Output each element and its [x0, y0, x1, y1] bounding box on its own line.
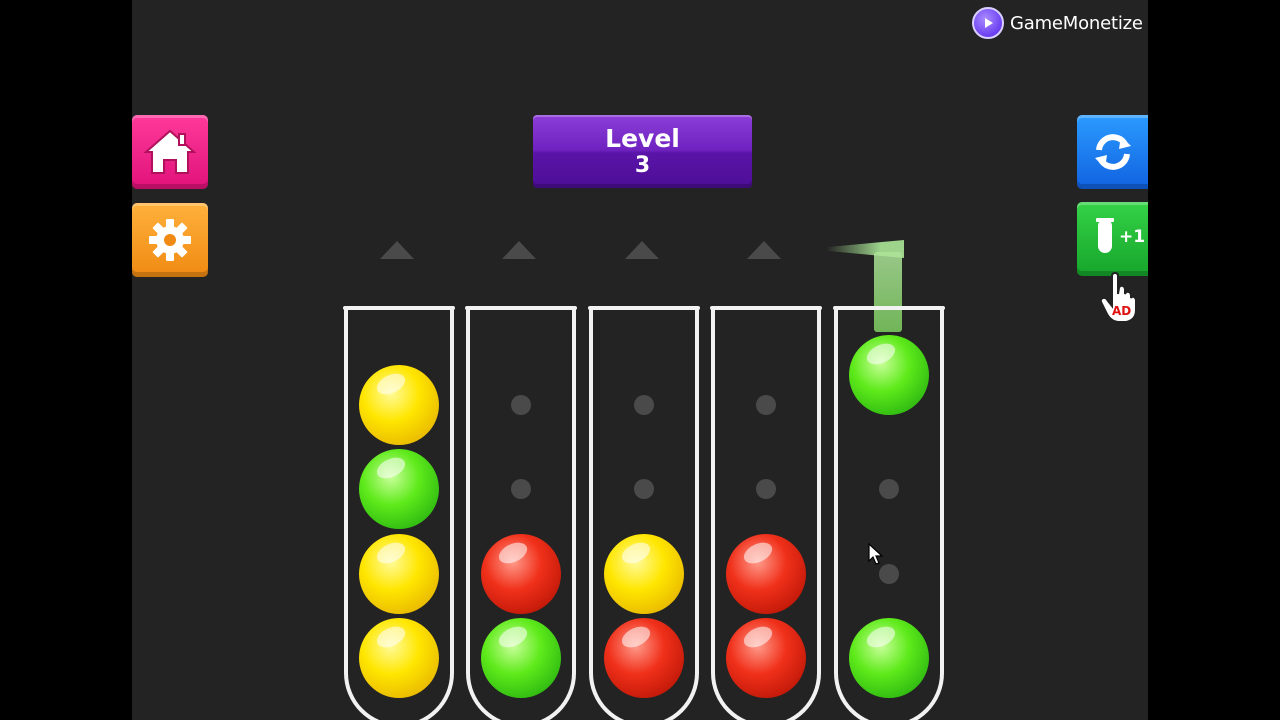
ad-badge: AD: [1112, 304, 1132, 318]
home-button[interactable]: [132, 115, 208, 189]
red-ball[interactable]: [604, 618, 684, 698]
yellow-ball[interactable]: [359, 365, 439, 445]
green-ball[interactable]: [359, 449, 439, 529]
play-icon: [972, 7, 1004, 39]
green-ball[interactable]: [481, 618, 561, 698]
tube-select-arrow[interactable]: [747, 241, 781, 259]
empty-slot: [634, 479, 654, 499]
add-tube-button[interactable]: +1: [1077, 202, 1148, 276]
home-icon: [143, 129, 197, 174]
empty-slot: [634, 395, 654, 415]
empty-slot: [756, 479, 776, 499]
add-tube-count: +1: [1119, 227, 1146, 247]
empty-slot: [879, 479, 899, 499]
tube-select-arrow[interactable]: [625, 241, 659, 259]
yellow-ball[interactable]: [359, 534, 439, 614]
empty-slot: [511, 479, 531, 499]
restart-button[interactable]: [1077, 115, 1148, 189]
level-number: 3: [634, 153, 651, 178]
green-ball-lifted[interactable]: [849, 335, 929, 415]
mouse-cursor-icon: [868, 543, 884, 565]
yellow-ball[interactable]: [359, 618, 439, 698]
brand-name: GameMonetize: [1010, 12, 1143, 34]
red-ball[interactable]: [726, 534, 806, 614]
red-ball[interactable]: [481, 534, 561, 614]
yellow-ball[interactable]: [604, 534, 684, 614]
level-banner: Level 3: [533, 115, 752, 188]
tube-select-arrow[interactable]: [502, 241, 536, 259]
empty-slot: [511, 395, 531, 415]
level-title: Level: [605, 124, 680, 153]
gear-icon: [149, 219, 191, 261]
empty-slot: [756, 395, 776, 415]
brand-logo[interactable]: GameMonetize: [972, 6, 1143, 40]
empty-slot: [879, 564, 899, 584]
tube-select-arrow[interactable]: [380, 241, 414, 259]
red-ball[interactable]: [726, 618, 806, 698]
refresh-icon: [1094, 134, 1131, 170]
green-ball[interactable]: [849, 618, 929, 698]
settings-button[interactable]: [132, 203, 208, 277]
